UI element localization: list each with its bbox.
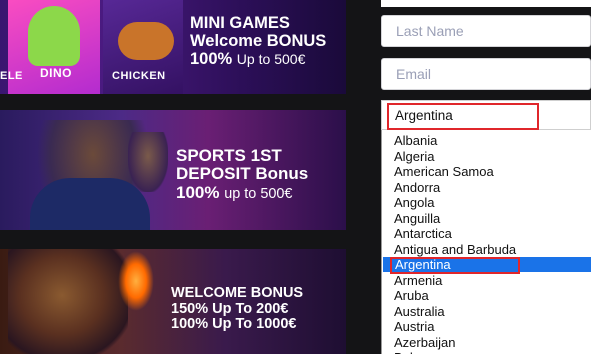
- country-option[interactable]: Bahamas: [394, 350, 449, 354]
- country-option[interactable]: Albania: [394, 133, 437, 148]
- mini-games-promo-text: MINI GAMES Welcome BONUS 100% Up to 500€: [190, 14, 327, 69]
- fire-staff-art: [118, 251, 154, 311]
- promo-limit: Up to 500€: [236, 50, 306, 67]
- country-option[interactable]: Argentina: [383, 257, 591, 272]
- promo-amount: 100% up to 500€: [176, 182, 308, 203]
- country-option[interactable]: American Samoa: [394, 164, 494, 179]
- promo-subtitle: Welcome BONUS: [190, 31, 327, 50]
- mini-games-banner[interactable]: DINO CHICKEN ELE MINI GAMES Welcome BONU…: [0, 0, 346, 94]
- dinosaur-art: [28, 6, 80, 66]
- roast-chicken-art: [118, 22, 174, 60]
- last-name-input[interactable]: Last Name: [381, 15, 591, 47]
- country-select-value[interactable]: Argentina: [387, 103, 539, 130]
- sports-promo-text: SPORTS 1ST DEPOSIT Bonus 100% up to 500€: [176, 146, 309, 203]
- country-option[interactable]: Antigua and Barbuda: [394, 242, 516, 257]
- fighter-art: [128, 132, 168, 192]
- wizard-art: [8, 249, 128, 354]
- promo-amount: 100% Up to 500€: [190, 49, 326, 69]
- country-option[interactable]: Australia: [394, 304, 445, 319]
- promo-tier-1: 150% Up To 200€: [171, 300, 289, 317]
- country-option[interactable]: Angola: [394, 195, 434, 210]
- sports-bonus-banner[interactable]: SPORTS 1ST DEPOSIT Bonus 100% up to 500€: [0, 110, 346, 230]
- chicken-tile-label: CHICKEN: [112, 70, 166, 82]
- promo-tier-2: 100% Up To 1000€: [171, 316, 297, 333]
- partial-tile-label: ELE: [0, 70, 23, 82]
- column-gap: [346, 0, 381, 354]
- country-option[interactable]: Austria: [394, 319, 434, 334]
- promo-subtitle: DEPOSIT Bonus: [176, 164, 309, 184]
- promo-percent: 100%: [190, 49, 233, 68]
- promo-percent: 100%: [176, 182, 220, 202]
- promo-title: WELCOME BONUS: [171, 285, 304, 301]
- country-option[interactable]: Anguilla: [394, 211, 440, 226]
- country-option[interactable]: Algeria: [394, 149, 434, 164]
- country-option[interactable]: Antarctica: [394, 226, 452, 241]
- country-dropdown-list[interactable]: Albania Algeria American Samoa Andorra Angol…: [381, 130, 591, 354]
- welcome-bonus-banner[interactable]: WELCOME BONUS 150% Up To 200€ 100% Up To…: [0, 249, 346, 354]
- country-option[interactable]: Andorra: [394, 180, 440, 195]
- promo-title: SPORTS 1ST: [176, 146, 282, 165]
- promo-limit: up to 500€: [224, 185, 293, 202]
- previous-field-edge: [381, 0, 591, 7]
- dino-tile-label: DINO: [40, 66, 72, 80]
- welcome-promo-text: WELCOME BONUS 150% Up To 200€ 100% Up To…: [171, 285, 304, 333]
- country-option[interactable]: Azerbaijan: [394, 335, 455, 350]
- country-option[interactable]: Aruba: [394, 288, 429, 303]
- email-input[interactable]: Email: [381, 58, 591, 90]
- country-option[interactable]: Armenia: [394, 273, 442, 288]
- promo-title: MINI GAMES: [190, 14, 290, 32]
